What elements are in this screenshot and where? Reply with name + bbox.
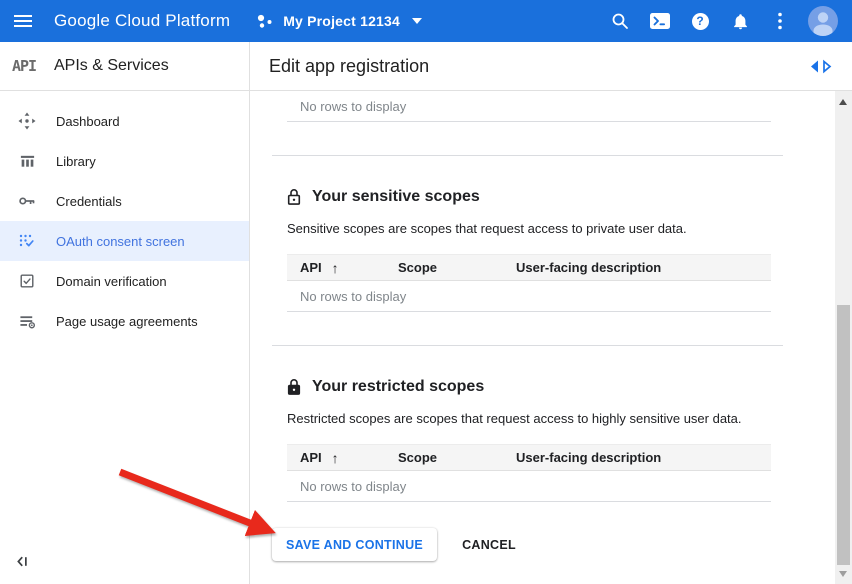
cloud-shell-icon[interactable] bbox=[640, 0, 680, 42]
page-title: Edit app registration bbox=[269, 56, 429, 77]
code-panel-toggle-icon[interactable] bbox=[809, 59, 833, 74]
column-header-api[interactable]: API ↑ bbox=[300, 450, 398, 466]
main-content: Edit app registration No rows to display bbox=[250, 42, 852, 584]
gcp-console-window: Google Cloud Platform My Project 12134 bbox=[0, 0, 852, 584]
column-header-description[interactable]: User-facing description bbox=[516, 260, 771, 275]
empty-table-message: No rows to display bbox=[287, 471, 771, 502]
column-header-scope[interactable]: Scope bbox=[398, 450, 516, 465]
collapse-sidebar-icon[interactable] bbox=[12, 554, 32, 572]
notifications-bell-icon[interactable] bbox=[720, 0, 760, 42]
sidebar-item-label: Credentials bbox=[56, 194, 122, 209]
dashboard-icon bbox=[18, 112, 36, 130]
project-name: My Project 12134 bbox=[283, 13, 400, 29]
sensitive-scopes-table: API ↑ Scope User-facing description No r… bbox=[287, 254, 771, 312]
menu-icon[interactable] bbox=[0, 0, 46, 42]
column-header-description[interactable]: User-facing description bbox=[516, 450, 771, 465]
sidebar-item-label: Dashboard bbox=[56, 114, 120, 129]
lock-outline-icon bbox=[287, 188, 301, 206]
section-description: Restricted scopes are scopes that reques… bbox=[287, 411, 835, 426]
empty-table-message: No rows to display bbox=[287, 91, 771, 122]
sidebar: API APIs & Services Dashboard bbox=[0, 42, 250, 584]
restricted-scopes-table: API ↑ Scope User-facing description No r… bbox=[287, 444, 771, 502]
api-logo-icon: API bbox=[12, 57, 54, 75]
sidebar-item-domain-verification[interactable]: Domain verification bbox=[0, 261, 249, 301]
sidebar-header: API APIs & Services bbox=[0, 42, 249, 91]
key-icon bbox=[18, 192, 36, 210]
search-icon[interactable] bbox=[600, 0, 640, 42]
content-header: Edit app registration bbox=[250, 42, 852, 91]
section-title: Your sensitive scopes bbox=[312, 188, 480, 206]
section-divider bbox=[272, 345, 783, 346]
sidebar-item-oauth-consent-screen[interactable]: OAuth consent screen bbox=[0, 221, 249, 261]
vertical-scrollbar[interactable] bbox=[835, 91, 852, 584]
account-avatar[interactable] bbox=[808, 6, 838, 36]
sidebar-item-label: Library bbox=[56, 154, 96, 169]
cancel-button[interactable]: CANCEL bbox=[462, 538, 516, 552]
sort-ascending-icon: ↑ bbox=[332, 450, 339, 466]
sensitive-scopes-heading: Your sensitive scopes bbox=[287, 186, 835, 207]
project-dots-icon bbox=[256, 12, 275, 31]
list-gear-icon bbox=[18, 312, 36, 330]
scroll-area: No rows to display Your sensitive scopes… bbox=[250, 91, 835, 584]
section-divider bbox=[272, 155, 783, 156]
more-options-kebab-icon[interactable] bbox=[760, 0, 800, 42]
section-title: Your restricted scopes bbox=[312, 378, 484, 396]
sort-ascending-icon: ↑ bbox=[332, 260, 339, 276]
sidebar-item-page-usage-agreements[interactable]: Page usage agreements bbox=[0, 301, 249, 341]
restricted-scopes-heading: Your restricted scopes bbox=[287, 376, 835, 397]
sidebar-section-title: APIs & Services bbox=[54, 57, 169, 75]
scroll-down-arrow-icon[interactable] bbox=[839, 571, 847, 577]
column-header-scope[interactable]: Scope bbox=[398, 260, 516, 275]
sidebar-item-credentials[interactable]: Credentials bbox=[0, 181, 249, 221]
scrollbar-thumb[interactable] bbox=[837, 305, 850, 565]
sidebar-item-dashboard[interactable]: Dashboard bbox=[0, 101, 249, 141]
scroll-up-arrow-icon[interactable] bbox=[839, 99, 847, 105]
checkbox-icon bbox=[18, 272, 36, 290]
topbar-actions: ? bbox=[600, 0, 838, 42]
section-description: Sensitive scopes are scopes that request… bbox=[287, 221, 835, 236]
form-actions: SAVE AND CONTINUE CANCEL bbox=[272, 528, 835, 561]
table-header-row: API ↑ Scope User-facing description bbox=[287, 444, 771, 471]
sidebar-item-library[interactable]: Library bbox=[0, 141, 249, 181]
empty-table-message: No rows to display bbox=[287, 281, 771, 312]
table-header-row: API ↑ Scope User-facing description bbox=[287, 254, 771, 281]
sidebar-item-label: OAuth consent screen bbox=[56, 234, 185, 249]
product-title: Google Cloud Platform bbox=[54, 11, 230, 31]
chevron-down-icon bbox=[412, 18, 422, 24]
person-icon bbox=[808, 6, 838, 36]
lock-icon bbox=[287, 378, 301, 396]
sidebar-item-label: Domain verification bbox=[56, 274, 167, 289]
column-header-api[interactable]: API ↑ bbox=[300, 260, 398, 276]
sidebar-item-label: Page usage agreements bbox=[56, 314, 198, 329]
project-selector[interactable]: My Project 12134 bbox=[256, 12, 422, 31]
partial-table: No rows to display bbox=[287, 91, 771, 122]
library-icon bbox=[18, 152, 36, 170]
topbar: Google Cloud Platform My Project 12134 bbox=[0, 0, 852, 42]
consent-screen-dots-icon bbox=[18, 232, 36, 250]
save-and-continue-button[interactable]: SAVE AND CONTINUE bbox=[272, 528, 437, 561]
sidebar-nav: Dashboard Library bbox=[0, 91, 249, 341]
help-icon[interactable]: ? bbox=[680, 0, 720, 42]
